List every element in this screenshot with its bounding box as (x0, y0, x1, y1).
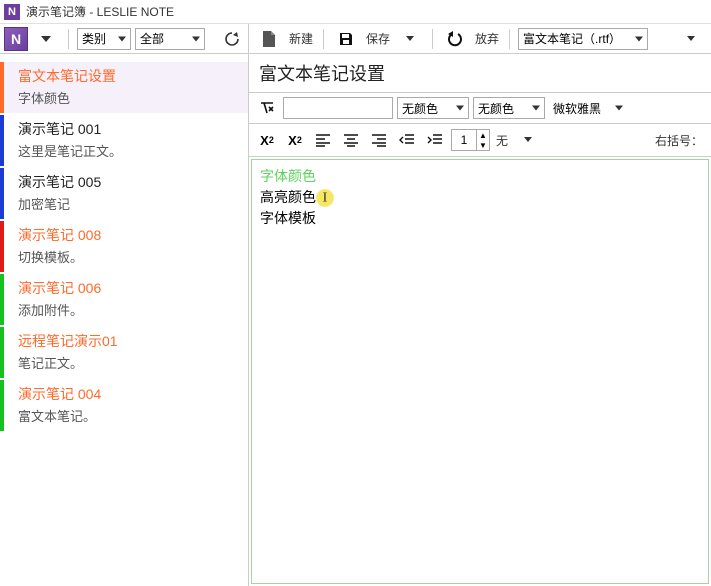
sidebar-item-subtitle: 富文本笔记。 (18, 406, 240, 425)
separator (323, 29, 324, 49)
sidebar-item-subtitle: 切换模板。 (18, 247, 240, 266)
sidebar-item-4[interactable]: 演示笔记 006 添加附件。 (0, 274, 248, 325)
main-toolbar: N 类别 全部 新建 保存 放弃 富文本笔记（.rtf） (0, 24, 711, 54)
new-label: 新建 (287, 30, 315, 47)
font-select[interactable]: 微软雅黑 (549, 97, 627, 119)
color-select-1-label: 无颜色 (402, 100, 438, 117)
editor-line-1: 字体颜色 (260, 166, 700, 187)
sidebar-item-title: 演示笔记 001 (18, 119, 240, 139)
filter-label: 全部 (140, 30, 164, 47)
format-bar-1: 无颜色 无颜色 微软雅黑 (249, 93, 711, 124)
format-dropdown[interactable]: 富文本笔记（.rtf） (518, 28, 648, 50)
toolbar-left: N 类别 全部 (0, 24, 249, 53)
sidebar-item-title: 远程笔记演示01 (18, 331, 240, 351)
format-label: 富文本笔记（.rtf） (523, 30, 621, 47)
line-spacing-input[interactable] (452, 130, 476, 150)
overflow-dropdown-icon[interactable] (677, 27, 705, 51)
sidebar-item-title: 演示笔记 004 (18, 384, 240, 404)
style-input[interactable] (283, 97, 393, 119)
format-bar-2: X2 X2 ▲▼ 无 右括号： (249, 124, 711, 157)
color-select-2[interactable]: 无颜色 (473, 97, 545, 119)
superscript-button[interactable]: X2 (255, 129, 279, 151)
color-select-1[interactable]: 无颜色 (397, 97, 469, 119)
window-title: 演示笔记簿 - LESLIE NOTE (26, 3, 174, 20)
app-icon: N (4, 4, 20, 20)
indent-decrease-button[interactable] (395, 129, 419, 151)
right-bracket-label: 右括号： (653, 132, 705, 149)
sidebar-item-2[interactable]: 演示笔记 005 加密笔记 (0, 168, 248, 219)
sidebar-item-6[interactable]: 演示笔记 004 富文本笔记。 (0, 380, 248, 431)
clear-format-button[interactable] (255, 97, 279, 119)
toolbar-right: 新建 保存 放弃 富文本笔记（.rtf） (249, 24, 711, 53)
dropdown-toggle-icon[interactable] (32, 27, 60, 51)
sidebar-item-title: 演示笔记 006 (18, 278, 240, 298)
separator (432, 29, 433, 49)
list-style-dropdown-icon[interactable] (514, 128, 542, 152)
align-right-button[interactable] (367, 129, 391, 151)
category-dropdown[interactable]: 类别 (77, 28, 131, 50)
sidebar[interactable]: 富文本笔记设置字体颜色演示笔记 001这里是笔记正文。演示笔记 005加密笔记演… (0, 54, 249, 586)
color-select-2-label: 无颜色 (478, 100, 514, 117)
indent-increase-button[interactable] (423, 129, 447, 151)
font-select-label: 微软雅黑 (553, 100, 601, 117)
editor-area[interactable]: 字体颜色 高亮颜色 字体模板 (251, 159, 709, 584)
sidebar-item-5[interactable]: 远程笔记演示01 笔记正文。 (0, 327, 248, 378)
editor-line-3: 字体模板 (260, 208, 700, 229)
titlebar: N 演示笔记簿 - LESLIE NOTE (0, 0, 711, 24)
separator (68, 29, 69, 49)
align-center-button[interactable] (339, 129, 363, 151)
note-title: 富文本笔记设置 (259, 60, 701, 86)
line-spacing-spinbox[interactable]: ▲▼ (451, 129, 490, 151)
sidebar-item-title: 富文本笔记设置 (18, 66, 240, 86)
spin-down-icon[interactable]: ▼ (477, 140, 489, 150)
separator (509, 29, 510, 49)
save-label: 保存 (364, 30, 392, 47)
sidebar-item-subtitle: 字体颜色 (18, 88, 240, 107)
sidebar-item-subtitle: 添加附件。 (18, 300, 240, 319)
category-label: 类别 (82, 30, 106, 47)
discard-label: 放弃 (473, 30, 501, 47)
new-button[interactable] (255, 27, 283, 51)
editor-line-2-wrap: 高亮颜色 (260, 187, 700, 208)
filter-dropdown[interactable]: 全部 (135, 28, 205, 50)
spin-up-icon[interactable]: ▲ (477, 130, 489, 140)
sidebar-item-subtitle: 加密笔记 (18, 194, 240, 213)
save-button[interactable] (332, 27, 360, 51)
note-header: 富文本笔记设置 (249, 54, 711, 93)
sidebar-item-0[interactable]: 富文本笔记设置字体颜色 (0, 62, 248, 113)
sidebar-item-1[interactable]: 演示笔记 001 这里是笔记正文。 (0, 115, 248, 166)
editor-line-2: 高亮颜色 (260, 189, 316, 205)
discard-button[interactable] (441, 27, 469, 51)
sidebar-item-title: 演示笔记 008 (18, 225, 240, 245)
sidebar-item-title: 演示笔记 005 (18, 172, 240, 192)
save-dropdown-icon[interactable] (396, 27, 424, 51)
sidebar-item-subtitle: 这里是笔记正文。 (18, 141, 240, 160)
logo-button[interactable]: N (4, 27, 28, 51)
none-label: 无 (494, 132, 510, 149)
align-left-button[interactable] (311, 129, 335, 151)
text-cursor-icon (316, 189, 334, 207)
sidebar-item-3[interactable]: 演示笔记 008 切换模板。 (0, 221, 248, 272)
sidebar-item-subtitle: 笔记正文。 (18, 353, 240, 372)
refresh-button[interactable] (220, 28, 244, 50)
subscript-button[interactable]: X2 (283, 129, 307, 151)
content-area: 富文本笔记设置 无颜色 无颜色 微软雅黑 X2 X2 ▲▼ 无 (249, 54, 711, 586)
main-area: 富文本笔记设置字体颜色演示笔记 001这里是笔记正文。演示笔记 005加密笔记演… (0, 54, 711, 586)
